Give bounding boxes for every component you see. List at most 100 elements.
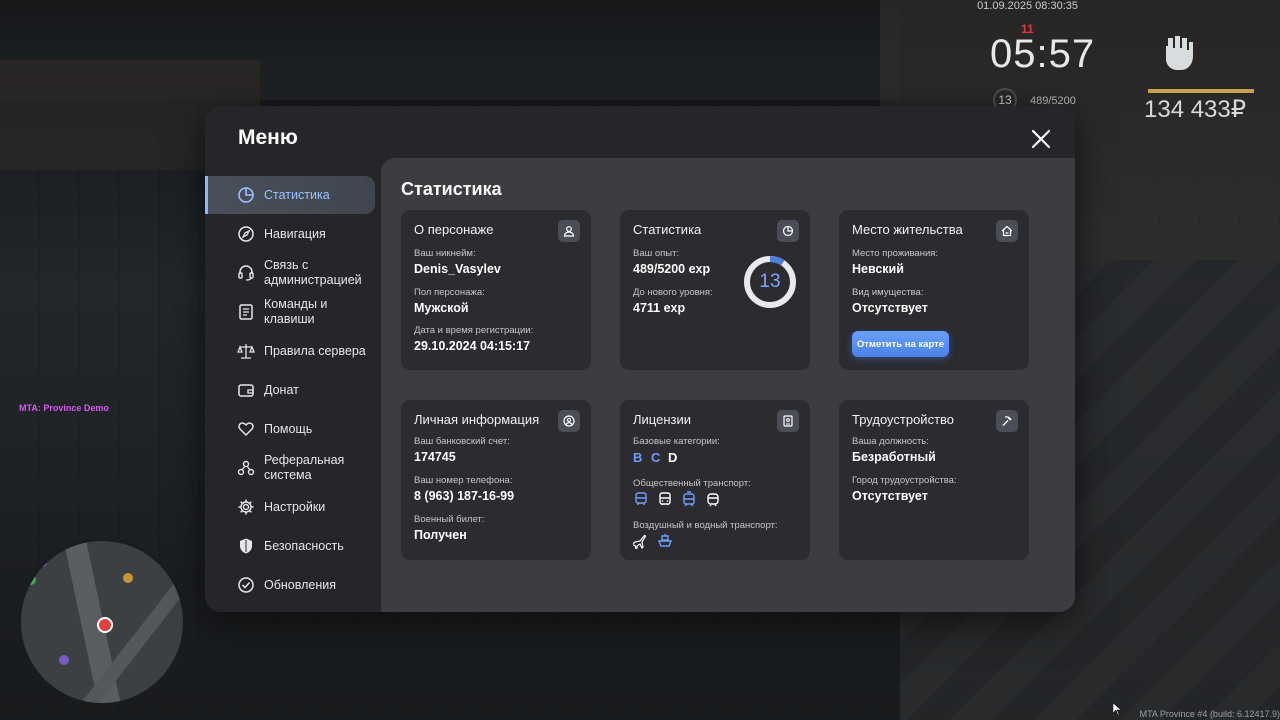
registration-label: Дата и время регистрации: [414,325,534,336]
scales-icon [237,344,255,359]
menu-window: Меню Статистика Навигация Связь с админи… [205,106,1075,612]
exp-value: 489/5200 exp [633,262,711,276]
mouse-cursor-icon [1113,703,1121,715]
air-water-transport-label: Воздушный и водный транспорт: [633,520,778,531]
property-label: Вид имущества: [852,287,924,298]
sidebar-item-label: Команды и клавиши [264,297,328,326]
wallet-icon [238,384,254,397]
phone-label: Ваш номер телефона: [414,475,513,486]
property-value: Отсутствует [852,301,928,315]
next-level-label: До нового уровня: [633,287,713,298]
work-city-label: Город трудоустройства: [852,475,957,486]
phone-value: 8 (963) 187-16-99 [414,489,515,503]
sidebar-item-rules[interactable]: Правила сервера [205,332,375,370]
statistics-content: Статистика О персонаже Ваш никнейм: Deni… [381,158,1075,612]
sidebar-item-referral[interactable]: Реферальная система [205,449,375,487]
plane-icon [633,534,647,549]
license-category-c: C [651,450,661,465]
nickname-label: Ваш никнейм: [414,248,476,259]
sidebar-item-admin-contact[interactable]: Связь с администрацией [205,254,375,292]
gender-value: Мужской [414,301,469,315]
character-card: О персонаже Ваш никнейм: Denis_Vasylev П… [401,210,591,370]
house-icon [996,220,1018,242]
military-id-value: Получен [414,528,467,542]
check-circle-icon [238,577,254,593]
hud-health-bar [1148,89,1254,93]
minimap[interactable] [18,538,186,706]
sidebar-item-label: Реферальная система [264,453,345,482]
tram-icon [683,491,695,507]
sidebar-item-label: Обновления [264,577,336,592]
mark-on-map-button[interactable]: Отметить на карте [852,331,949,357]
trolleybus-icon [707,493,719,507]
minimap-poi-icon [59,655,69,665]
personal-info-card: Личная информация Ваш банковский счет: 1… [401,400,591,560]
public-transport-label: Общественный транспорт: [633,478,751,489]
bank-account-label: Ваш банковский счет: [414,436,510,447]
hud-clock: 05:57 [990,32,1096,76]
compass-icon [238,226,254,242]
sidebar-item-donate[interactable]: Донат [205,371,375,409]
licenses-card: Лицензии Базовые категории: B C D Общест… [620,400,810,560]
nickname-value: Denis_Vasylev [414,262,501,276]
referral-icon [237,460,255,476]
experience-card: Статистика Ваш опыт: 489/5200 exp До нов… [620,210,810,370]
sidebar-item-security[interactable]: Безопасность [205,527,375,565]
headset-icon [238,265,254,281]
sidebar-item-label: Безопасность [264,538,344,553]
user-icon [558,220,580,242]
pickaxe-icon [996,410,1018,432]
minimap-player-icon [97,617,113,633]
level-value: 13 [759,271,781,292]
sidebar-item-label: Связь с администрацией [264,258,362,287]
base-categories-label: Базовые категории: [633,436,720,447]
sidebar-item-commands[interactable]: Команды и клавиши [205,293,375,331]
sidebar-item-label: Правила сервера [264,343,366,358]
close-icon[interactable] [1030,128,1052,150]
hud-money: 134 433₽ [1144,96,1247,123]
minimap-poi-icon [37,557,47,567]
sidebar-item-label: Донат [264,382,299,397]
heart-hands-icon [238,422,254,437]
content-title: Статистика [401,179,502,199]
minimap-road [62,541,126,703]
boat-icon [657,534,673,547]
fist-weapon-icon [1166,36,1193,70]
build-info: MTA Province #4 (build: 6.12417.9) [1139,709,1280,719]
employment-card: Трудоустройство Ваша должность: Безработ… [839,400,1029,560]
sidebar-item-label: Настройки [264,499,326,514]
bank-account-value: 174745 [414,450,456,464]
license-category-d: D [668,450,678,465]
pie-chart-icon [777,220,799,242]
minimap-poi-icon [26,575,36,585]
user-circle-icon [558,410,580,432]
gender-label: Пол персонажа: [414,287,485,298]
position-label: Ваша должность: [852,436,929,447]
sidebar-item-label: Навигация [264,226,326,241]
next-level-value: 4711 exp [633,301,686,315]
card-title: Личная информация [414,412,540,427]
card-title: Место жительства [852,222,963,237]
gear-icon [238,499,254,515]
shield-icon [240,538,252,554]
sidebar-item-navigation[interactable]: Навигация [205,215,375,253]
residence-place-value: Невский [852,262,904,276]
sidebar-item-settings[interactable]: Настройки [205,488,375,526]
minimap-poi-icon [123,573,133,583]
sidebar-item-statistics[interactable]: Статистика [205,176,375,214]
registration-value: 29.10.2024 04:15:17 [414,339,531,353]
residence-card: Место жительства Место проживания: Невск… [839,210,1029,370]
card-title: Трудоустройство [852,412,955,427]
work-city-value: Отсутствует [852,489,928,503]
id-badge-icon [777,410,799,432]
card-title: Лицензии [633,412,691,427]
hud-datetime: 01.09.2025 08:30:35 [977,0,1078,12]
sidebar-item-help[interactable]: Помощь [205,410,375,448]
sidebar-item-label: Помощь [264,421,313,436]
menu-title: Меню [238,126,298,149]
bus-front-icon [659,492,671,505]
license-category-b: B [633,450,643,465]
card-title: О персонаже [414,222,494,237]
sidebar-item-updates[interactable]: Обновления [205,566,375,604]
card-title: Статистика [633,222,702,237]
